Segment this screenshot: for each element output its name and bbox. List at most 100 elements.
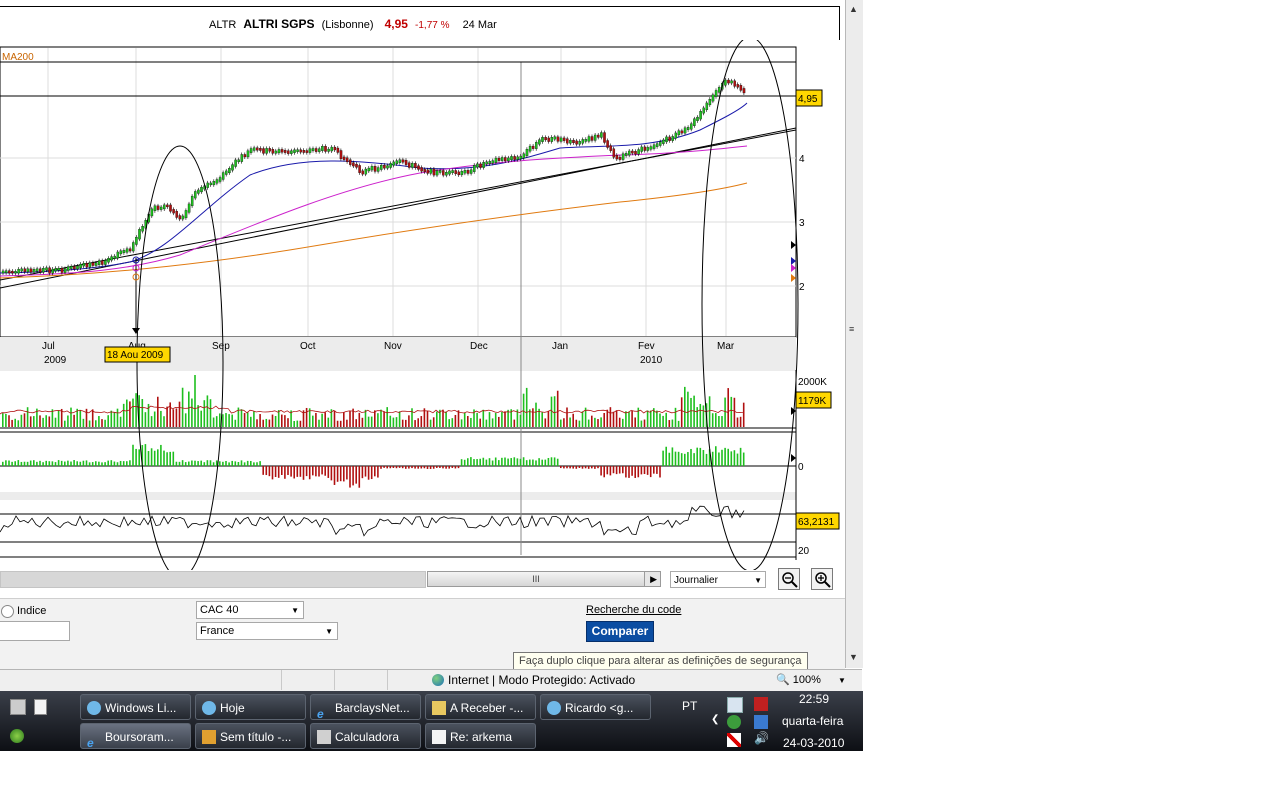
macd-bar (603, 466, 605, 478)
candle-body (389, 163, 392, 168)
candle-body (600, 132, 603, 138)
candle-body (473, 165, 476, 172)
taskbar-button[interactable]: Sem título -... (195, 723, 306, 749)
stock-chart[interactable]: MA200 4,95 4 3 2 Jul Aug Sep Oct Nov Dec… (0, 40, 845, 570)
volume-bar (240, 409, 243, 427)
zoom-in-icon (815, 572, 831, 588)
volume-bar (587, 419, 590, 427)
candle-body (184, 210, 188, 219)
country-select[interactable]: France ▼ (196, 622, 338, 640)
macd-bar (420, 466, 423, 469)
volume-bar (708, 396, 711, 427)
taskbar-button[interactable]: Hoje (195, 694, 306, 720)
taskbar-button[interactable]: Windows Li... (80, 694, 191, 720)
clock-date[interactable]: 24-03-2010 (783, 736, 844, 750)
candle-body (88, 262, 92, 268)
indice-radio[interactable] (1, 605, 14, 618)
taskbar-button[interactable]: A Receber -... (425, 694, 536, 720)
candle-body (178, 215, 182, 220)
macd-bar (147, 451, 150, 466)
quicklaunch-settings-icon[interactable] (10, 699, 26, 715)
macd-bar (231, 460, 233, 466)
zoom-level-text: 100% (792, 674, 821, 686)
zoom-level-control[interactable]: 🔍 100% ▼ (776, 673, 846, 686)
macd-bar (48, 461, 51, 466)
period-value: Journalier (674, 575, 718, 586)
macd-bar (113, 461, 116, 466)
taskbar-button[interactable]: Calculadora (310, 723, 421, 749)
taskbar-button[interactable]: e BarclaysNet... (310, 694, 421, 720)
chart-canvas[interactable]: MA200 4,95 4 3 2 Jul Aug Sep Oct Nov Dec… (0, 40, 845, 570)
volume-bar (711, 413, 714, 427)
scroll-grip-icon[interactable]: ≡ (849, 324, 854, 334)
language-indicator[interactable]: PT (682, 699, 697, 713)
chart-horizontal-scrollbar[interactable]: III ▶ (427, 571, 661, 587)
volume-bar (401, 419, 404, 427)
quicklaunch-document-icon[interactable] (34, 699, 47, 715)
candle-body (717, 87, 721, 93)
volume-bar (178, 401, 181, 427)
tray-monitor-icon[interactable] (727, 697, 743, 713)
zoom-out-button[interactable] (778, 568, 800, 590)
macd-bar (690, 448, 692, 466)
volume-bar (724, 397, 726, 427)
zoom-in-button[interactable] (811, 568, 833, 590)
volume-icon[interactable]: 🔊 (754, 731, 769, 745)
index-select[interactable]: CAC 40 ▼ (196, 601, 304, 619)
security-zone[interactable]: Internet | Modo Protegido: Activado (432, 673, 635, 687)
tray-sync-icon[interactable] (754, 715, 768, 729)
taskbar-button-active[interactable]: e Boursoram... (80, 723, 191, 749)
volume-bar (271, 414, 274, 427)
chevron-down-icon: ▼ (837, 676, 846, 685)
taskbar-button[interactable]: Re: arkema (425, 723, 536, 749)
scroll-thumb[interactable]: III (428, 572, 645, 586)
quicklaunch-globe-icon[interactable] (10, 729, 24, 743)
messenger-icon (202, 701, 216, 715)
macd-bar (324, 466, 326, 476)
taskbar-button[interactable]: Ricardo <g... (540, 694, 651, 720)
show-hidden-icons[interactable]: ❮ (711, 714, 719, 725)
macd-bar (581, 466, 584, 469)
period-select[interactable]: Journalier ▼ (670, 571, 766, 588)
chart-scroll-track[interactable] (0, 571, 426, 588)
candle-body (110, 256, 113, 261)
candle-body (624, 152, 628, 156)
tray-flag-icon[interactable] (727, 733, 741, 747)
scroll-right-arrow[interactable]: ▶ (650, 572, 657, 586)
search-code-link[interactable]: Recherche du code (586, 604, 681, 616)
page-vertical-scrollbar[interactable]: ▲ ≡ ▼ (845, 0, 863, 668)
macd-bar (2, 461, 4, 466)
volume-bar (721, 416, 723, 427)
volume-bar (70, 407, 72, 427)
macd-bar (572, 466, 574, 469)
code-input[interactable] (0, 621, 70, 641)
macd-bar (380, 466, 382, 469)
macd-bar (346, 466, 348, 480)
volume-bar (578, 420, 581, 427)
tray-network-icon[interactable] (727, 715, 741, 729)
volume-bar (355, 419, 357, 427)
candle-body (225, 170, 228, 175)
volume-bar (95, 420, 97, 427)
candle-body (218, 177, 222, 182)
tray-power-icon[interactable] (754, 697, 768, 711)
scroll-down-arrow[interactable]: ▼ (849, 652, 858, 662)
scroll-up-arrow[interactable]: ▲ (849, 4, 858, 14)
macd-bar (42, 462, 44, 466)
macd-bar (20, 461, 23, 466)
macd-bar (529, 459, 531, 466)
volume-bar (442, 409, 444, 427)
macd-zero-label: 0 (798, 462, 804, 473)
macd-bar (715, 446, 717, 466)
candle-body (141, 226, 144, 232)
volume-bar (88, 420, 91, 427)
compare-button[interactable]: Comparer (586, 621, 654, 642)
macd-bar (519, 458, 522, 466)
candle-body (631, 150, 634, 154)
month-label: Sep (212, 341, 230, 352)
candle-body (14, 271, 17, 274)
macd-bar (296, 466, 299, 477)
clock-day[interactable]: quarta-feira (782, 714, 843, 728)
clock-time[interactable]: 22:59 (799, 692, 829, 706)
macd-bar (696, 447, 698, 466)
